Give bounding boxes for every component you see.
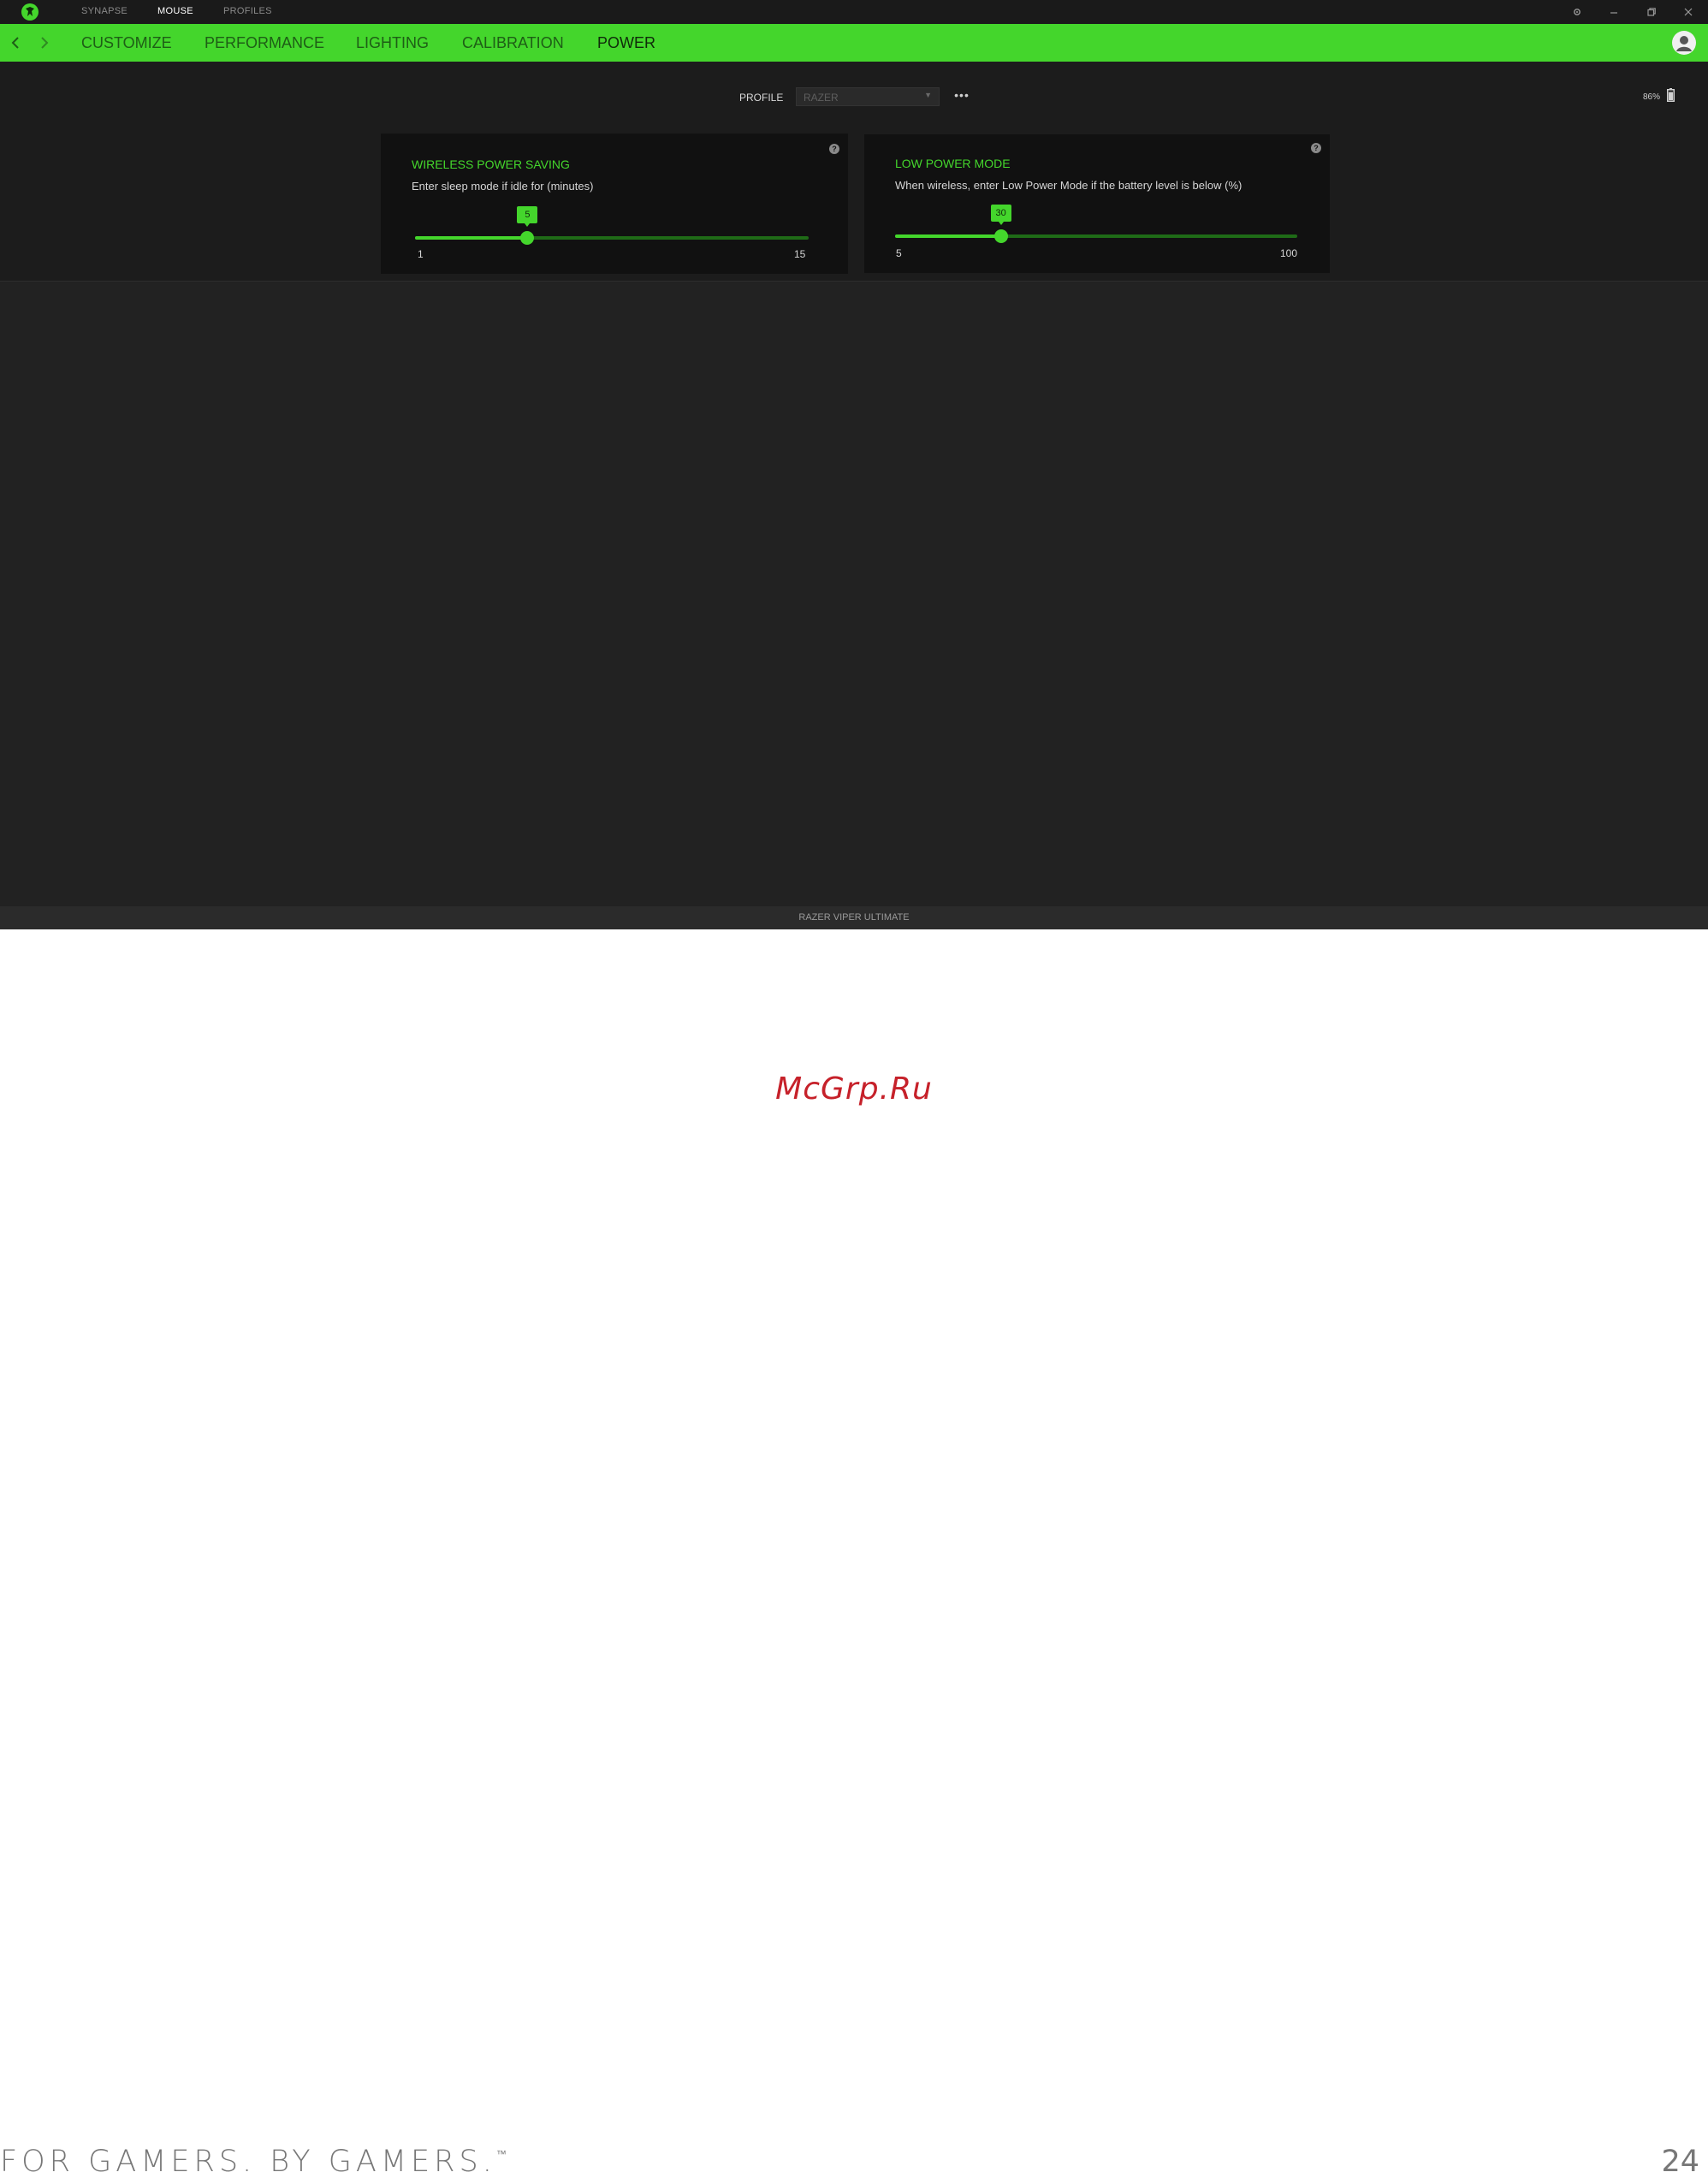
- top-tab-profiles[interactable]: PROFILES: [223, 6, 272, 16]
- razer-synapse-window: SYNAPSE MOUSE PROFILES CUSTOMIZE PERFORM…: [0, 0, 1708, 929]
- tab-customize[interactable]: CUSTOMIZE: [81, 34, 172, 52]
- tab-performance[interactable]: PERFORMANCE: [205, 34, 324, 52]
- footer-slogan: FOR GAMERS. BY GAMERS.™: [0, 2145, 507, 2179]
- sleep-timeout-slider[interactable]: 5: [415, 206, 809, 245]
- device-name: RAZER VIPER ULTIMATE: [798, 912, 910, 923]
- profile-label: PROFILE: [739, 92, 784, 104]
- slider-min-label: 1: [418, 248, 424, 260]
- status-bar: RAZER VIPER ULTIMATE: [0, 906, 1708, 929]
- forward-arrow-icon[interactable]: [36, 33, 53, 53]
- section-nav-bar: CUSTOMIZE PERFORMANCE LIGHTING CALIBRATI…: [0, 24, 1708, 62]
- wireless-power-saving-title: WIRELESS POWER SAVING: [412, 157, 570, 171]
- back-arrow-icon[interactable]: [7, 33, 24, 53]
- low-power-mode-card: ? LOW POWER MODE When wireless, enter Lo…: [864, 134, 1330, 273]
- close-icon[interactable]: [1680, 3, 1697, 21]
- trademark-symbol: ™: [495, 2148, 507, 2160]
- profile-dropdown[interactable]: RAZER ▼: [796, 87, 940, 106]
- battery-percentage: 86%: [1643, 92, 1661, 102]
- slider-max-label: 100: [1280, 247, 1298, 259]
- tab-power[interactable]: POWER: [597, 34, 655, 52]
- restore-icon[interactable]: [1643, 3, 1660, 21]
- page-number: 24: [1661, 2145, 1699, 2179]
- low-power-threshold-slider[interactable]: 30: [895, 205, 1297, 243]
- slider-value-badge: 30: [990, 205, 1011, 225]
- low-power-mode-title: LOW POWER MODE: [895, 157, 1011, 170]
- razer-logo-icon[interactable]: [21, 3, 39, 21]
- low-power-mode-description: When wireless, enter Low Power Mode if t…: [895, 179, 1242, 192]
- help-icon[interactable]: ?: [829, 144, 839, 154]
- slider-fill: [415, 236, 528, 240]
- tab-lighting[interactable]: LIGHTING: [356, 34, 429, 52]
- chevron-down-icon: ▼: [924, 91, 932, 99]
- slider-value-badge: 5: [517, 206, 538, 227]
- wireless-power-saving-description: Enter sleep mode if idle for (minutes): [412, 180, 594, 193]
- profile-dropdown-value: RAZER: [804, 92, 839, 104]
- empty-content-area: [0, 282, 1708, 906]
- slider-handle[interactable]: [993, 229, 1008, 243]
- profile-more-options-button[interactable]: •••: [952, 87, 972, 106]
- slider-fill: [895, 234, 1001, 238]
- minimize-icon[interactable]: [1605, 3, 1622, 21]
- help-icon[interactable]: ?: [1311, 143, 1321, 153]
- power-settings-panel: PROFILE RAZER ▼ ••• 86% ? WIRELESS POWER…: [0, 62, 1708, 282]
- slider-min-label: 5: [896, 247, 902, 259]
- wireless-power-saving-card: ? WIRELESS POWER SAVING Enter sleep mode…: [381, 134, 848, 274]
- watermark-text: McGrp.Ru: [775, 1071, 933, 1107]
- title-bar: SYNAPSE MOUSE PROFILES: [0, 0, 1708, 24]
- battery-icon: [1667, 88, 1675, 106]
- user-avatar-icon[interactable]: [1672, 31, 1696, 55]
- slider-max-label: 15: [794, 248, 806, 260]
- footer-slogan-text: FOR GAMERS. BY GAMERS.: [0, 2145, 496, 2179]
- settings-icon[interactable]: [1569, 3, 1586, 21]
- slider-handle[interactable]: [520, 231, 535, 245]
- top-tab-synapse[interactable]: SYNAPSE: [81, 6, 128, 16]
- top-tab-mouse[interactable]: MOUSE: [157, 6, 193, 16]
- tab-calibration[interactable]: CALIBRATION: [462, 34, 564, 52]
